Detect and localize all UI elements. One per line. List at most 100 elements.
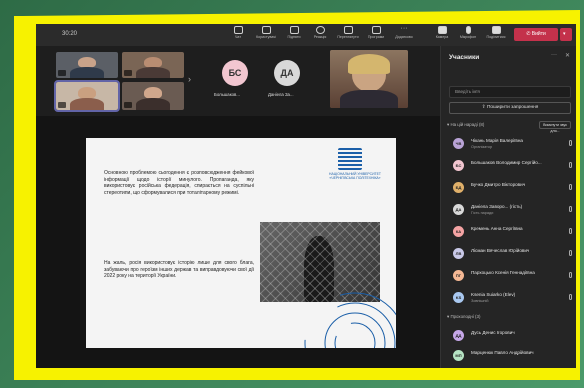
participant-name: Пархоцько Ксенія Геннадіївна [471,270,535,275]
avatar: БС [453,160,464,171]
participant-row[interactable]: ЛВ Лісман Вячеслав Юрійович [449,244,573,264]
view-button[interactable]: Переглянути [334,26,362,44]
participant-row[interactable]: ПГ Пархоцько Ксенія Геннадіївна [449,266,573,286]
participant-row[interactable]: ДД Дусь Денис Ігорович [449,326,573,346]
avatar: МП [453,350,464,361]
participant-row[interactable]: KS Ksenia Suiarko (Elev) Зовнішній [449,288,573,308]
participant-body [69,67,105,78]
meeting-timer: 30:20 [62,31,78,37]
avatar[interactable]: БС [222,60,248,86]
participant-role: Гість наради [471,211,494,215]
participant-name: Марценюк Павло Андрійович [471,350,534,355]
search-input[interactable]: Введіть ім'я [449,86,571,98]
participant-body [135,67,171,78]
raise-hand-button[interactable]: Підняти [280,26,308,44]
participant-name: Даніела Заворо... (гість) [471,204,523,209]
chevron-down-icon: ▾ [563,31,566,37]
avatar: ДД [453,330,464,341]
participant-video [77,87,97,99]
mute-all-button[interactable]: Вимкнути звук для... [539,121,571,133]
section-invited[interactable]: ▾ Прохолодні (3) [447,314,480,320]
participants-panel: Учасники ··· ✕ Введіть ім'я ⇪ Поширити з… [440,46,576,368]
camera-button[interactable]: Камера [428,26,456,44]
tile-label [124,70,132,76]
teams-window: 30:20 Чат Користувачі Підняти Реакція Пе… [36,24,576,368]
section-in-meeting[interactable]: ▾ На цій нараді (8) [447,122,484,128]
mic-button[interactable]: Мікрофон [454,26,482,44]
raise-hand-icon [289,26,299,34]
video-tile[interactable] [122,52,184,78]
more-options-icon[interactable]: ··· [551,52,557,58]
speaker-hair [348,54,390,74]
participant-name: Лісман Вячеслав Юрійович [471,248,530,253]
view-icon [343,26,353,34]
participant-name: Большаков... [214,92,240,97]
chat-button[interactable]: Чат [224,26,252,44]
reaction-button[interactable]: Реакція [306,26,334,44]
close-icon[interactable]: ✕ [565,52,570,59]
participant-name: Бучко Дмитро Вікторович [471,182,526,187]
shared-content-stage: Основною проблемою сьогодення є розповсю… [36,116,440,368]
participant-video [77,56,97,68]
video-tile-active[interactable] [54,80,120,112]
video-tile[interactable] [56,52,118,78]
participant-row[interactable]: БС Большаков Володимир Сергійо... [449,156,573,176]
slide-paragraph: Основною проблемою сьогодення є розповсю… [104,170,254,196]
avatar: КА [453,226,464,237]
leave-options-button[interactable]: ▾ [560,28,572,41]
mic-icon [569,272,572,278]
participant-video [143,56,163,68]
chevron-right-icon[interactable]: › [188,74,191,84]
speaker-video[interactable] [330,50,408,108]
mic-icon [465,26,471,34]
apps-button[interactable]: Програми [362,26,390,44]
avatar: ПГ [453,270,464,281]
avatar: БД [453,182,464,193]
more-button[interactable]: ··· Додатково [390,25,418,44]
avatar: KS [453,292,464,303]
university-logo: НАЦІОНАЛЬНИЙ УНІВЕРСИТЕТ «ЧЕРНІГІВСЬКА П… [320,148,390,184]
avatar: ЧВ [453,138,464,149]
tile-label [58,70,66,76]
slide-paragraph: На жаль, росія використовує історію лише… [104,260,254,280]
share-invite-button[interactable]: ⇪ Поширити запрошення [449,102,571,114]
participant-body [69,98,105,110]
avatar[interactable]: ДА [274,60,300,86]
mic-icon [569,184,572,190]
avatar: ДА [453,204,464,215]
participant-row[interactable]: КА Кремень Анна Сергіївна [449,222,573,242]
participant-name: Кремень Анна Сергіївна [471,226,523,231]
avatar: ЛВ [453,248,464,259]
reaction-icon [315,26,325,34]
mic-icon [569,294,572,300]
participant-row[interactable]: БД Бучко Дмитро Вікторович [449,178,573,198]
participant-body [135,98,171,110]
apps-icon [371,26,381,34]
logo-text: НАЦІОНАЛЬНИЙ УНІВЕРСИТЕТ «ЧЕРНІГІВСЬКА П… [329,172,381,180]
share-button[interactable]: Поділитися [482,26,510,44]
participant-name: Чікань Марія Валеріївна [471,138,523,143]
participant-name: Ksenia Suiarko (Elev) [471,292,516,297]
mic-icon [569,162,572,168]
mic-icon [569,228,572,234]
video-tile[interactable] [122,82,184,110]
mic-icon [569,250,572,256]
participant-row[interactable]: ЧВ Чікань Марія Валеріївна Організатор [449,134,573,154]
participant-role: Організатор [471,145,493,149]
mic-icon [569,140,572,146]
participant-row[interactable]: МП Марценюк Павло Андрійович [449,346,573,366]
leave-button[interactable]: ✆ Вийти [514,28,558,41]
camera-icon [437,26,447,34]
participant-name: Даніела За... [268,92,294,97]
participant-row[interactable]: ДА Даніела Заворо... (гість) Гість нарад… [449,200,573,220]
chat-icon [233,26,243,34]
meeting-toolbar: 30:20 Чат Користувачі Підняти Реакція Пе… [36,24,576,46]
participant-name: Большаков Володимир Сергійо... [471,160,542,165]
tile-label [124,102,132,108]
people-button[interactable]: Користувачі [252,26,280,44]
panel-title: Учасники [449,54,480,61]
participant-video [143,87,163,99]
decorative-rings [304,292,396,348]
participant-name: Дусь Денис Ігорович [471,330,515,335]
mic-icon [569,206,572,212]
